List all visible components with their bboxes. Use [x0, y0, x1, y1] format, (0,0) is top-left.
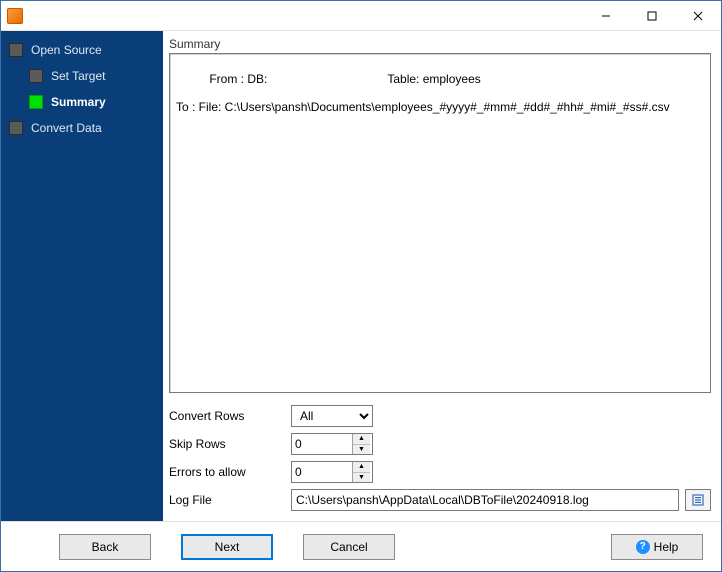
summary-textarea[interactable]: From : DB: Table: employees To : File: C:… — [169, 53, 711, 393]
step-marker-icon — [29, 69, 43, 83]
skip-rows-input[interactable] — [292, 434, 352, 454]
help-button[interactable]: ? Help — [611, 534, 703, 560]
back-button[interactable]: Back — [59, 534, 151, 560]
sidebar-item-open-source[interactable]: Open Source — [9, 43, 163, 57]
close-button[interactable] — [675, 1, 721, 30]
minimize-button[interactable] — [583, 1, 629, 30]
errors-allow-label: Errors to allow — [169, 465, 291, 479]
spinner-up-icon[interactable]: ▲ — [353, 462, 370, 473]
back-button-label: Back — [92, 540, 119, 554]
summary-table-label: Table: employees — [387, 72, 480, 86]
convert-rows-select[interactable]: All — [291, 405, 373, 427]
cancel-button-label: Cancel — [330, 540, 367, 554]
spinner-down-icon[interactable]: ▼ — [353, 445, 370, 455]
skip-rows-stepper[interactable]: ▲ ▼ — [291, 433, 373, 455]
next-button-label: Next — [215, 540, 240, 554]
sidebar-item-summary[interactable]: Summary — [29, 95, 163, 109]
sidebar-item-label: Summary — [51, 95, 106, 109]
app-icon — [7, 8, 23, 24]
section-title: Summary — [169, 37, 711, 51]
sidebar-item-set-target[interactable]: Set Target — [29, 69, 163, 83]
summary-from-label: From : DB: — [209, 72, 267, 86]
sidebar-item-convert-data[interactable]: Convert Data — [9, 121, 163, 135]
help-button-label: Help — [654, 540, 679, 554]
step-marker-icon — [9, 121, 23, 135]
main-panel: Summary From : DB: Table: employees To : … — [163, 31, 721, 521]
spinner-up-icon[interactable]: ▲ — [353, 434, 370, 445]
wizard-button-bar: Back Next Cancel ? Help — [1, 521, 721, 571]
maximize-button[interactable] — [629, 1, 675, 30]
step-marker-icon — [29, 95, 43, 109]
wizard-sidebar: Open Source Set Target Summary Convert D… — [1, 31, 163, 521]
errors-allow-input[interactable] — [292, 462, 352, 482]
log-file-input[interactable] — [291, 489, 679, 511]
step-marker-icon — [9, 43, 23, 57]
sidebar-item-label: Set Target — [51, 69, 105, 83]
help-icon: ? — [636, 540, 650, 554]
summary-to-line: To : File: C:\Users\pansh\Documents\empl… — [176, 100, 704, 114]
spinner-down-icon[interactable]: ▼ — [353, 473, 370, 483]
skip-rows-label: Skip Rows — [169, 437, 291, 451]
errors-allow-stepper[interactable]: ▲ ▼ — [291, 461, 373, 483]
log-file-browse-button[interactable] — [685, 489, 711, 511]
folder-icon — [691, 493, 705, 507]
log-file-label: Log File — [169, 493, 291, 507]
convert-rows-label: Convert Rows — [169, 409, 291, 423]
cancel-button[interactable]: Cancel — [303, 534, 395, 560]
titlebar — [1, 1, 721, 31]
sidebar-item-label: Convert Data — [31, 121, 102, 135]
next-button[interactable]: Next — [181, 534, 273, 560]
app-window: Open Source Set Target Summary Convert D… — [0, 0, 722, 572]
sidebar-item-label: Open Source — [31, 43, 102, 57]
